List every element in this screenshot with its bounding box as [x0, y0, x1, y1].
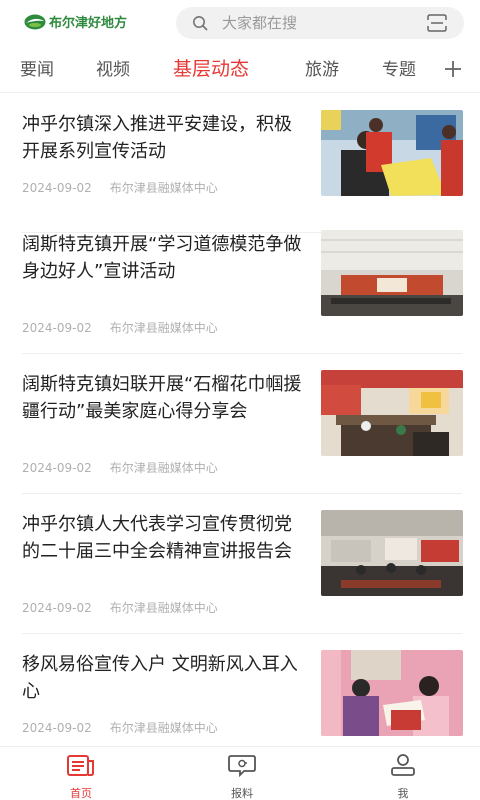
news-meta: 2024-09-02 布尔津县融媒体中心 [22, 719, 218, 736]
top-bar: 布尔津好地方 大家都在搜 [0, 0, 480, 46]
news-source: 布尔津县融媒体中心 [109, 181, 218, 195]
app-logo-text: 布尔津好地方 [49, 16, 128, 31]
news-title[interactable]: 冲乎尔镇深入推进平安建设，积极开展系列宣传活动 [22, 111, 302, 165]
tab-grassroots[interactable]: 基层动态 [173, 58, 249, 80]
tab-video[interactable]: 视频 [96, 59, 130, 81]
news-title[interactable]: 冲乎尔镇人大代表学习宣传贯彻党的二十届三中全会精神宣讲报告会 [22, 511, 302, 565]
search-bar[interactable]: 大家都在搜 [176, 7, 464, 39]
news-item[interactable]: 冲乎尔镇人大代表学习宣传贯彻党的二十届三中全会精神宣讲报告会 2024-09-0… [0, 493, 480, 634]
news-date: 2024-09-02 [22, 721, 92, 735]
user-icon [391, 754, 415, 776]
scan-icon[interactable] [427, 14, 447, 32]
news-thumbnail-image[interactable] [321, 650, 463, 736]
news-thumbnail-image[interactable] [321, 110, 463, 196]
nav-home-label: 首页 [70, 787, 92, 800]
news-date: 2024-09-02 [22, 601, 92, 615]
news-thumbnail-image[interactable] [321, 510, 463, 596]
nav-tip-off-label: 报料 [231, 787, 253, 800]
news-meta: 2024-09-02 布尔津县融媒体中心 [22, 319, 218, 336]
nav-home[interactable]: 首页 [51, 753, 111, 800]
tip-off-icon [228, 755, 256, 777]
news-item[interactable]: 冲乎尔镇深入推进平安建设，积极开展系列宣传活动 2024-09-02 布尔津县融媒… [0, 93, 480, 233]
news-title[interactable]: 阔斯特克镇妇联开展“石榴花巾帼援疆行动”最美家庭心得分享会 [22, 371, 302, 425]
home-news-icon [67, 755, 94, 776]
news-meta: 2024-09-02 布尔津县融媒体中心 [22, 179, 218, 196]
logo-mark-icon [24, 14, 46, 29]
news-item[interactable]: 阔斯特克镇开展“学习道德模范争做身边好人”宣讲活动 2024-09-02 布尔津县… [0, 213, 480, 354]
bottom-nav: 首页 报料 我 [0, 746, 480, 800]
nav-me-label: 我 [397, 787, 409, 800]
news-meta: 2024-09-02 布尔津县融媒体中心 [22, 599, 218, 616]
news-thumbnail-image[interactable] [321, 370, 463, 456]
nav-me[interactable]: 我 [373, 753, 433, 800]
tab-topics[interactable]: 专题 [382, 59, 416, 81]
news-date: 2024-09-02 [22, 181, 92, 195]
search-icon [193, 16, 208, 31]
news-source: 布尔津县融媒体中心 [109, 721, 218, 735]
news-date: 2024-09-02 [22, 321, 92, 335]
add-tab-icon[interactable] [442, 56, 464, 82]
nav-tip-off[interactable]: 报料 [212, 753, 272, 800]
news-source: 布尔津县融媒体中心 [109, 601, 218, 615]
news-title[interactable]: 阔斯特克镇开展“学习道德模范争做身边好人”宣讲活动 [22, 231, 302, 285]
category-tabs: 要闻 视频 基层动态 旅游 专题 [0, 50, 480, 92]
tab-travel[interactable]: 旅游 [305, 59, 339, 81]
news-date: 2024-09-02 [22, 461, 92, 475]
news-source: 布尔津县融媒体中心 [109, 461, 218, 475]
search-placeholder: 大家都在搜 [222, 14, 298, 32]
news-title[interactable]: 移风易俗宣传入户 文明新风入耳入心 [22, 651, 302, 705]
news-item[interactable]: 阔斯特克镇妇联开展“石榴花巾帼援疆行动”最美家庭心得分享会 2024-09-02… [0, 353, 480, 494]
news-meta: 2024-09-02 布尔津县融媒体中心 [22, 459, 218, 476]
app-logo[interactable]: 布尔津好地方 [24, 12, 127, 31]
news-source: 布尔津县融媒体中心 [109, 321, 218, 335]
news-thumbnail-image[interactable] [321, 230, 463, 316]
tab-headlines[interactable]: 要闻 [20, 59, 54, 81]
